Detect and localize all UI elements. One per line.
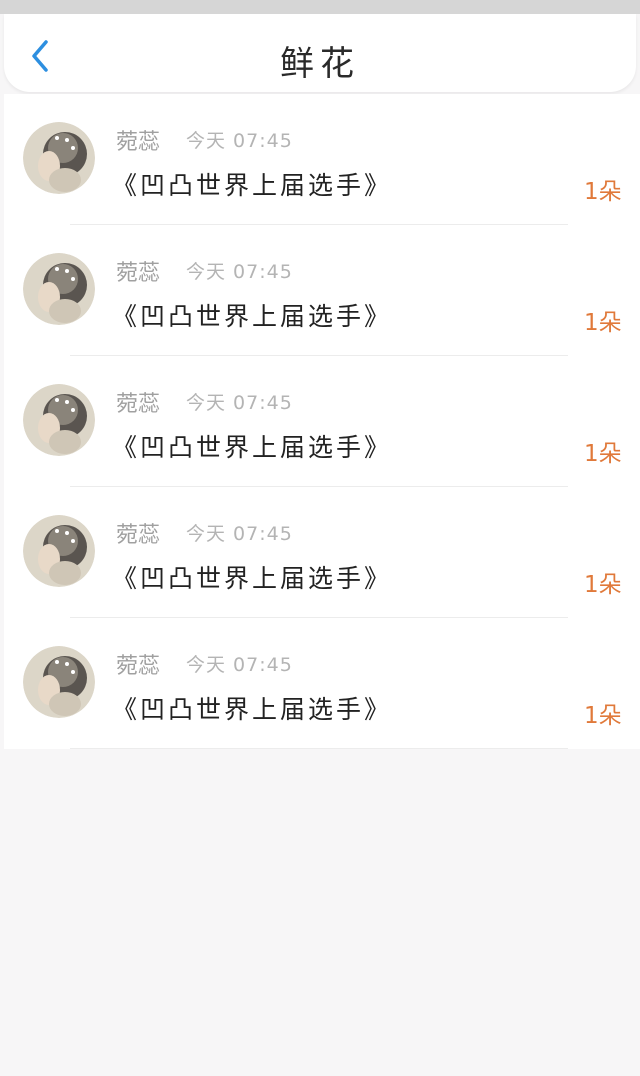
avatar[interactable]: [23, 515, 95, 587]
flower-count: 1朵: [584, 572, 622, 598]
list-item[interactable]: 菀蕊 今天 07:45 《凹凸世界上届选手》 1朵: [4, 487, 640, 618]
item-title: 《凹凸世界上届选手》: [112, 171, 393, 200]
status-bar: [0, 0, 640, 14]
list-item[interactable]: 菀蕊 今天 07:45 《凹凸世界上届选手》 1朵: [4, 356, 640, 487]
sender-name: 菀蕊: [116, 654, 161, 679]
page-title: 鲜花: [280, 44, 360, 84]
sender-name: 菀蕊: [116, 130, 161, 155]
item-title: 《凹凸世界上届选手》: [112, 695, 393, 724]
flower-count: 1朵: [584, 310, 622, 336]
list-item[interactable]: 菀蕊 今天 07:45 《凹凸世界上届选手》 1朵: [4, 225, 640, 356]
divider: [70, 748, 568, 749]
item-title: 《凹凸世界上届选手》: [112, 564, 393, 593]
avatar[interactable]: [23, 253, 95, 325]
timestamp: 今天 07:45: [186, 392, 293, 414]
flower-count: 1朵: [584, 179, 622, 205]
item-title: 《凹凸世界上届选手》: [112, 302, 393, 331]
sender-name: 菀蕊: [116, 261, 161, 286]
list-item[interactable]: 菀蕊 今天 07:45 《凹凸世界上届选手》 1朵: [4, 94, 640, 225]
avatar[interactable]: [23, 122, 95, 194]
avatar[interactable]: [23, 646, 95, 718]
item-title: 《凹凸世界上届选手》: [112, 433, 393, 462]
flower-count: 1朵: [584, 441, 622, 467]
list-item[interactable]: 菀蕊 今天 07:45 《凹凸世界上届选手》 1朵: [4, 618, 640, 749]
flower-list: 菀蕊 今天 07:45 《凹凸世界上届选手》 1朵 菀蕊 今天 07:45 《凹…: [4, 94, 640, 749]
timestamp: 今天 07:45: [186, 654, 293, 676]
flower-count: 1朵: [584, 703, 622, 729]
timestamp: 今天 07:45: [186, 130, 293, 152]
timestamp: 今天 07:45: [186, 261, 293, 283]
header-bar: 鲜花: [4, 14, 636, 92]
avatar[interactable]: [23, 384, 95, 456]
timestamp: 今天 07:45: [186, 523, 293, 545]
sender-name: 菀蕊: [116, 392, 161, 417]
sender-name: 菀蕊: [116, 523, 161, 548]
